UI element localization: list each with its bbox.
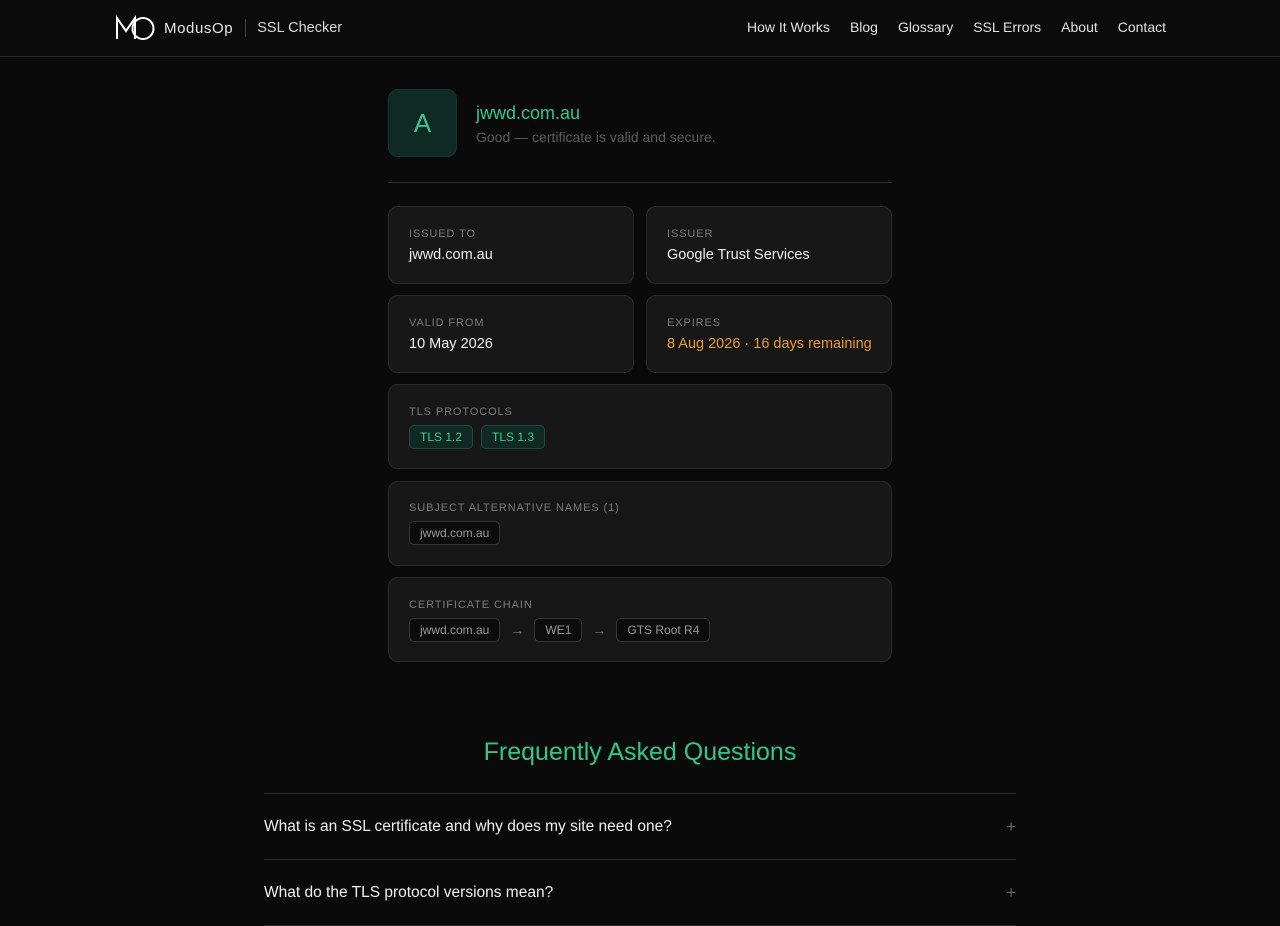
issued-to-value: jwwd.com.au — [409, 247, 493, 263]
issuer-card: ISSUER Google Trust Services — [646, 206, 892, 284]
nav-link-how-it-works[interactable]: How It Works — [747, 19, 830, 35]
san-list: jwwd.com.au — [409, 521, 508, 545]
nav-link-glossary[interactable]: Glossary — [898, 19, 953, 35]
nav-link-contact[interactable]: Contact — [1118, 19, 1166, 35]
brand-name: ModusOp — [164, 19, 234, 37]
nav-link-ssl-errors[interactable]: SSL Errors — [973, 19, 1041, 35]
faq-title: Frequently Asked Questions — [483, 738, 797, 766]
san-label: SUBJECT ALTERNATIVE NAMES (1) — [409, 502, 620, 514]
faq-question: What is an SSL certificate and why does … — [264, 818, 672, 835]
tls-protocol-pill: TLS 1.3 — [481, 425, 546, 449]
chain-cert-pill: jwwd.com.au — [409, 618, 501, 642]
checked-domain: jwwd.com.au — [476, 103, 581, 123]
certificate-chain-list: jwwd.com.au → WE1 → GTS Root R4 — [409, 618, 718, 642]
faq-item[interactable]: What do the TLS protocol versions mean? … — [264, 860, 1016, 926]
verdict-text: Good — certificate is valid and secure. — [476, 129, 716, 145]
arrow-right-icon: → — [592, 622, 607, 638]
expires-label: EXPIRES — [667, 317, 721, 329]
plus-icon: + — [1006, 883, 1016, 902]
faq-question: What do the TLS protocol versions mean? — [264, 884, 554, 901]
valid-from-label: VALID FROM — [409, 317, 485, 329]
certificate-chain-label: CERTIFICATE CHAIN — [409, 599, 533, 611]
san-pill: jwwd.com.au — [409, 521, 501, 545]
issuer-label: ISSUER — [667, 228, 714, 240]
tls-protocols-card: TLS PROTOCOLS TLS 1.2 TLS 1.3 — [388, 384, 892, 469]
valid-from-card: VALID FROM 10 May 2026 — [388, 295, 634, 373]
result-summary: A jwwd.com.au Good — certificate is vali… — [388, 89, 892, 183]
brand[interactable]: ModusOp SSL Checker — [115, 15, 342, 41]
nav-link-about[interactable]: About — [1061, 19, 1098, 35]
faq-item[interactable]: What is an SSL certificate and why does … — [264, 794, 1016, 860]
chain-cert-pill: GTS Root R4 — [616, 618, 711, 642]
tls-protocol-list: TLS 1.2 TLS 1.3 — [409, 425, 553, 449]
main-nav: How It Works Blog Glossary SSL Errors Ab… — [747, 19, 1166, 35]
issuer-value: Google Trust Services — [667, 247, 810, 263]
san-card: SUBJECT ALTERNATIVE NAMES (1) jwwd.com.a… — [388, 481, 892, 566]
chain-cert-pill: WE1 — [534, 618, 583, 642]
issued-to-label: ISSUED TO — [409, 228, 476, 240]
grade-badge: A — [388, 89, 457, 157]
issued-to-card: ISSUED TO jwwd.com.au — [388, 206, 634, 284]
tls-protocols-label: TLS PROTOCOLS — [409, 406, 513, 418]
top-navigation-bar: ModusOp SSL Checker How It Works Blog Gl… — [0, 0, 1280, 57]
plus-icon: + — [1006, 817, 1016, 836]
brand-divider — [245, 19, 247, 37]
expires-value: 8 Aug 2026 · 16 days remaining — [667, 336, 872, 352]
modusop-logo-icon — [116, 15, 155, 40]
arrow-right-icon: → — [510, 622, 525, 638]
expires-card: EXPIRES 8 Aug 2026 · 16 days remaining — [646, 295, 892, 373]
tls-protocol-pill: TLS 1.2 — [409, 425, 474, 449]
nav-link-blog[interactable]: Blog — [850, 19, 878, 35]
certificate-chain-card: CERTIFICATE CHAIN jwwd.com.au → WE1 → GT… — [388, 577, 892, 662]
valid-from-value: 10 May 2026 — [409, 336, 493, 352]
faq-list: What is an SSL certificate and why does … — [264, 793, 1016, 926]
product-name: SSL Checker — [257, 20, 343, 36]
